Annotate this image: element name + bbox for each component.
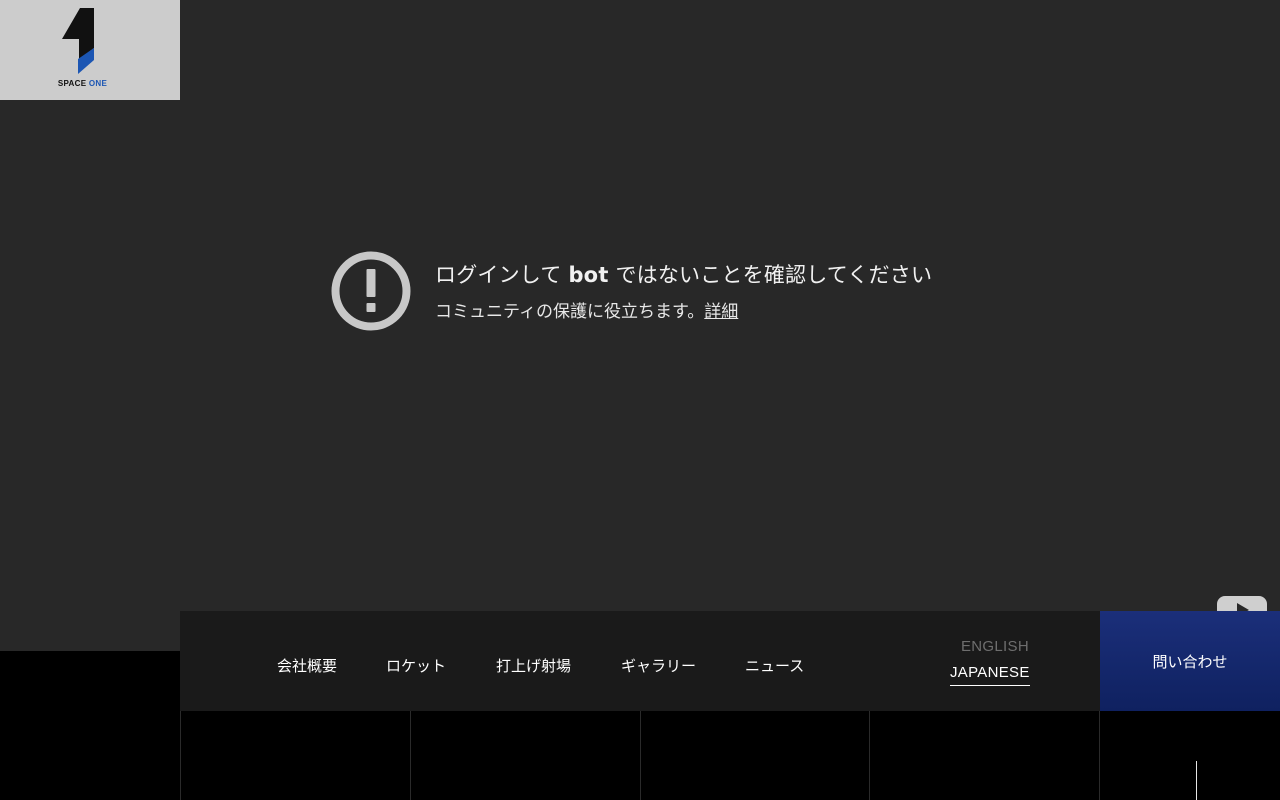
title-text-bold: bot <box>568 263 609 287</box>
message-subtitle: コミュニティの保護に役立ちます。詳細 <box>435 297 738 322</box>
message-title: ログインして bot ではないことを確認してください <box>435 259 932 289</box>
grid-divider <box>180 711 181 800</box>
site-logo[interactable]: SPACE ONE <box>0 0 180 100</box>
grid-divider <box>410 711 411 800</box>
grid-divider <box>640 711 641 800</box>
contact-button[interactable]: 問い合わせ <box>1100 611 1280 711</box>
nav-item-company[interactable]: 会社概要 <box>277 655 337 676</box>
youtube-logo-icon[interactable] <box>1217 596 1267 612</box>
logo-text-main: SPACE <box>57 79 87 88</box>
contact-label: 問い合わせ <box>1152 652 1228 671</box>
scroll-indicator <box>1196 761 1197 800</box>
grid-divider <box>1099 711 1100 800</box>
title-text-after: ではないことを確認してください <box>608 263 933 287</box>
title-text-before: ログインして <box>435 263 569 287</box>
subtitle-text: コミュニティの保護に役立ちます。 <box>435 302 705 322</box>
nav-item-launch-site[interactable]: 打上げ射場 <box>496 655 571 676</box>
nav-item-rocket[interactable]: ロケット <box>386 655 446 676</box>
language-english[interactable]: ENGLISH <box>961 638 1029 655</box>
nav-item-news[interactable]: ニュース <box>745 655 804 676</box>
logo-text-accent: ONE <box>88 79 108 88</box>
language-japanese[interactable]: JAPANESE <box>950 664 1030 686</box>
logo-wordmark: SPACE ONE <box>0 79 165 88</box>
exclamation-circle-icon <box>331 251 411 331</box>
logo-mark-icon <box>62 8 94 74</box>
grid-divider <box>869 711 870 800</box>
learn-more-link[interactable]: 詳細 <box>704 302 738 322</box>
page: ログインして bot ではないことを確認してください コミュニティの保護に役立ち… <box>0 0 1280 800</box>
video-player[interactable]: ログインして bot ではないことを確認してください コミュニティの保護に役立ち… <box>0 0 1280 651</box>
nav-item-gallery[interactable]: ギャラリー <box>621 655 696 676</box>
main-nav: 会社概要 ロケット 打上げ射場 ギャラリー ニュース ENGLISH JAPAN… <box>180 611 1100 711</box>
